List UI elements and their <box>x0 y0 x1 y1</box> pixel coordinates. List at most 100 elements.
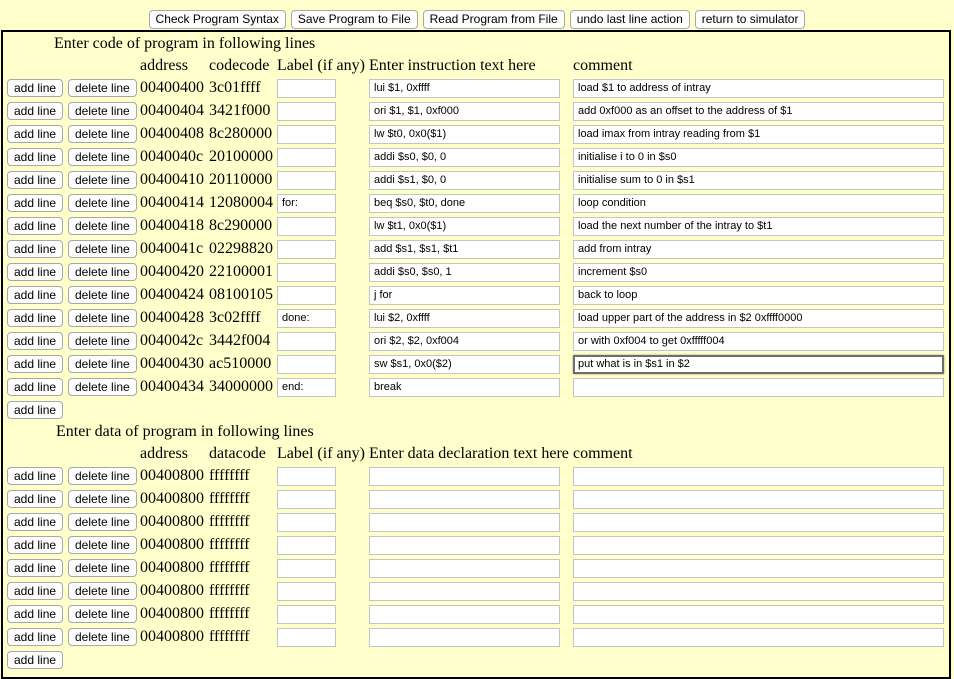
delete-line-button[interactable]: delete line <box>68 513 137 531</box>
comment-input[interactable] <box>573 467 944 486</box>
add-line-button[interactable]: add line <box>7 605 64 623</box>
label-input[interactable] <box>277 467 336 486</box>
instruction-input[interactable]: add $s1, $s1, $t1 <box>369 240 560 259</box>
comment-input[interactable]: increment $s0 <box>573 263 944 282</box>
instruction-input[interactable]: lui $2, 0xffff <box>369 309 560 328</box>
instruction-input[interactable]: addi $s1, $0, 0 <box>369 171 560 190</box>
add-line-button[interactable]: add line <box>7 102 64 120</box>
add-line-button[interactable]: add line <box>7 378 64 396</box>
label-input[interactable] <box>277 217 336 236</box>
return-simulator-button[interactable]: return to simulator <box>694 10 806 29</box>
label-input[interactable] <box>277 240 336 259</box>
instruction-input[interactable]: lw $t1, 0x0($1) <box>369 217 560 236</box>
label-input[interactable] <box>277 628 336 647</box>
code-add-line-button[interactable]: add line <box>7 401 64 419</box>
comment-input[interactable] <box>573 536 944 555</box>
add-line-button[interactable]: add line <box>7 355 64 373</box>
delete-line-button[interactable]: delete line <box>68 490 137 508</box>
delete-line-button[interactable]: delete line <box>68 355 137 373</box>
delete-line-button[interactable]: delete line <box>68 171 137 189</box>
delete-line-button[interactable]: delete line <box>68 628 137 646</box>
label-input[interactable] <box>277 355 336 374</box>
read-program-button[interactable]: Read Program from File <box>422 10 565 29</box>
comment-input[interactable]: load the next number of the intray to $t… <box>573 217 944 236</box>
delete-line-button[interactable]: delete line <box>68 79 137 97</box>
delete-line-button[interactable]: delete line <box>68 263 137 281</box>
instruction-input[interactable]: ori $1, $1, 0xf000 <box>369 102 560 121</box>
delete-line-button[interactable]: delete line <box>68 332 137 350</box>
add-line-button[interactable]: add line <box>7 628 64 646</box>
comment-input[interactable] <box>573 582 944 601</box>
add-line-button[interactable]: add line <box>7 263 64 281</box>
delete-line-button[interactable]: delete line <box>68 536 137 554</box>
add-line-button[interactable]: add line <box>7 194 64 212</box>
comment-input[interactable] <box>573 559 944 578</box>
instruction-input[interactable]: sw $s1, 0x0($2) <box>369 355 560 374</box>
comment-input[interactable] <box>573 628 944 647</box>
delete-line-button[interactable]: delete line <box>68 217 137 235</box>
delete-line-button[interactable]: delete line <box>68 125 137 143</box>
declaration-input[interactable] <box>369 582 560 601</box>
add-line-button[interactable]: add line <box>7 286 64 304</box>
add-line-button[interactable]: add line <box>7 171 64 189</box>
delete-line-button[interactable]: delete line <box>68 467 137 485</box>
data-add-line-button[interactable]: add line <box>7 651 64 669</box>
comment-input[interactable]: put what is in $s1 in $2 <box>573 355 944 374</box>
delete-line-button[interactable]: delete line <box>68 309 137 327</box>
comment-input[interactable] <box>573 378 944 397</box>
declaration-input[interactable] <box>369 605 560 624</box>
label-input[interactable] <box>277 513 336 532</box>
save-program-button[interactable]: Save Program to File <box>290 10 418 29</box>
add-line-button[interactable]: add line <box>7 559 64 577</box>
instruction-input[interactable]: ori $2, $2, 0xf004 <box>369 332 560 351</box>
delete-line-button[interactable]: delete line <box>68 286 137 304</box>
label-input[interactable]: done: <box>277 309 336 328</box>
declaration-input[interactable] <box>369 490 560 509</box>
delete-line-button[interactable]: delete line <box>68 605 137 623</box>
delete-line-button[interactable]: delete line <box>68 559 137 577</box>
instruction-input[interactable]: break <box>369 378 560 397</box>
add-line-button[interactable]: add line <box>7 217 64 235</box>
label-input[interactable]: for: <box>277 194 336 213</box>
comment-input[interactable]: back to loop <box>573 286 944 305</box>
check-syntax-button[interactable]: Check Program Syntax <box>148 10 286 29</box>
declaration-input[interactable] <box>369 628 560 647</box>
label-input[interactable] <box>277 263 336 282</box>
label-input[interactable] <box>277 490 336 509</box>
add-line-button[interactable]: add line <box>7 467 64 485</box>
declaration-input[interactable] <box>369 536 560 555</box>
label-input[interactable] <box>277 102 336 121</box>
label-input[interactable] <box>277 536 336 555</box>
add-line-button[interactable]: add line <box>7 536 64 554</box>
label-input[interactable] <box>277 125 336 144</box>
instruction-input[interactable]: beq $s0, $t0, done <box>369 194 560 213</box>
add-line-button[interactable]: add line <box>7 309 64 327</box>
add-line-button[interactable]: add line <box>7 490 64 508</box>
comment-input[interactable]: loop condition <box>573 194 944 213</box>
comment-input[interactable]: load upper part of the address in $2 0xf… <box>573 309 944 328</box>
comment-input[interactable]: initialise i to 0 in $s0 <box>573 148 944 167</box>
add-line-button[interactable]: add line <box>7 240 64 258</box>
delete-line-button[interactable]: delete line <box>68 102 137 120</box>
label-input[interactable] <box>277 559 336 578</box>
add-line-button[interactable]: add line <box>7 582 64 600</box>
label-input[interactable] <box>277 171 336 190</box>
comment-input[interactable]: or with 0xf004 to get 0xfffff004 <box>573 332 944 351</box>
delete-line-button[interactable]: delete line <box>68 240 137 258</box>
add-line-button[interactable]: add line <box>7 79 64 97</box>
declaration-input[interactable] <box>369 559 560 578</box>
delete-line-button[interactable]: delete line <box>68 378 137 396</box>
add-line-button[interactable]: add line <box>7 332 64 350</box>
comment-input[interactable] <box>573 605 944 624</box>
label-input[interactable] <box>277 79 336 98</box>
label-input[interactable] <box>277 332 336 351</box>
label-input[interactable] <box>277 286 336 305</box>
delete-line-button[interactable]: delete line <box>68 582 137 600</box>
instruction-input[interactable]: lui $1, 0xffff <box>369 79 560 98</box>
delete-line-button[interactable]: delete line <box>68 194 137 212</box>
add-line-button[interactable]: add line <box>7 125 64 143</box>
label-input[interactable] <box>277 605 336 624</box>
add-line-button[interactable]: add line <box>7 513 64 531</box>
declaration-input[interactable] <box>369 513 560 532</box>
instruction-input[interactable]: addi $s0, $0, 0 <box>369 148 560 167</box>
